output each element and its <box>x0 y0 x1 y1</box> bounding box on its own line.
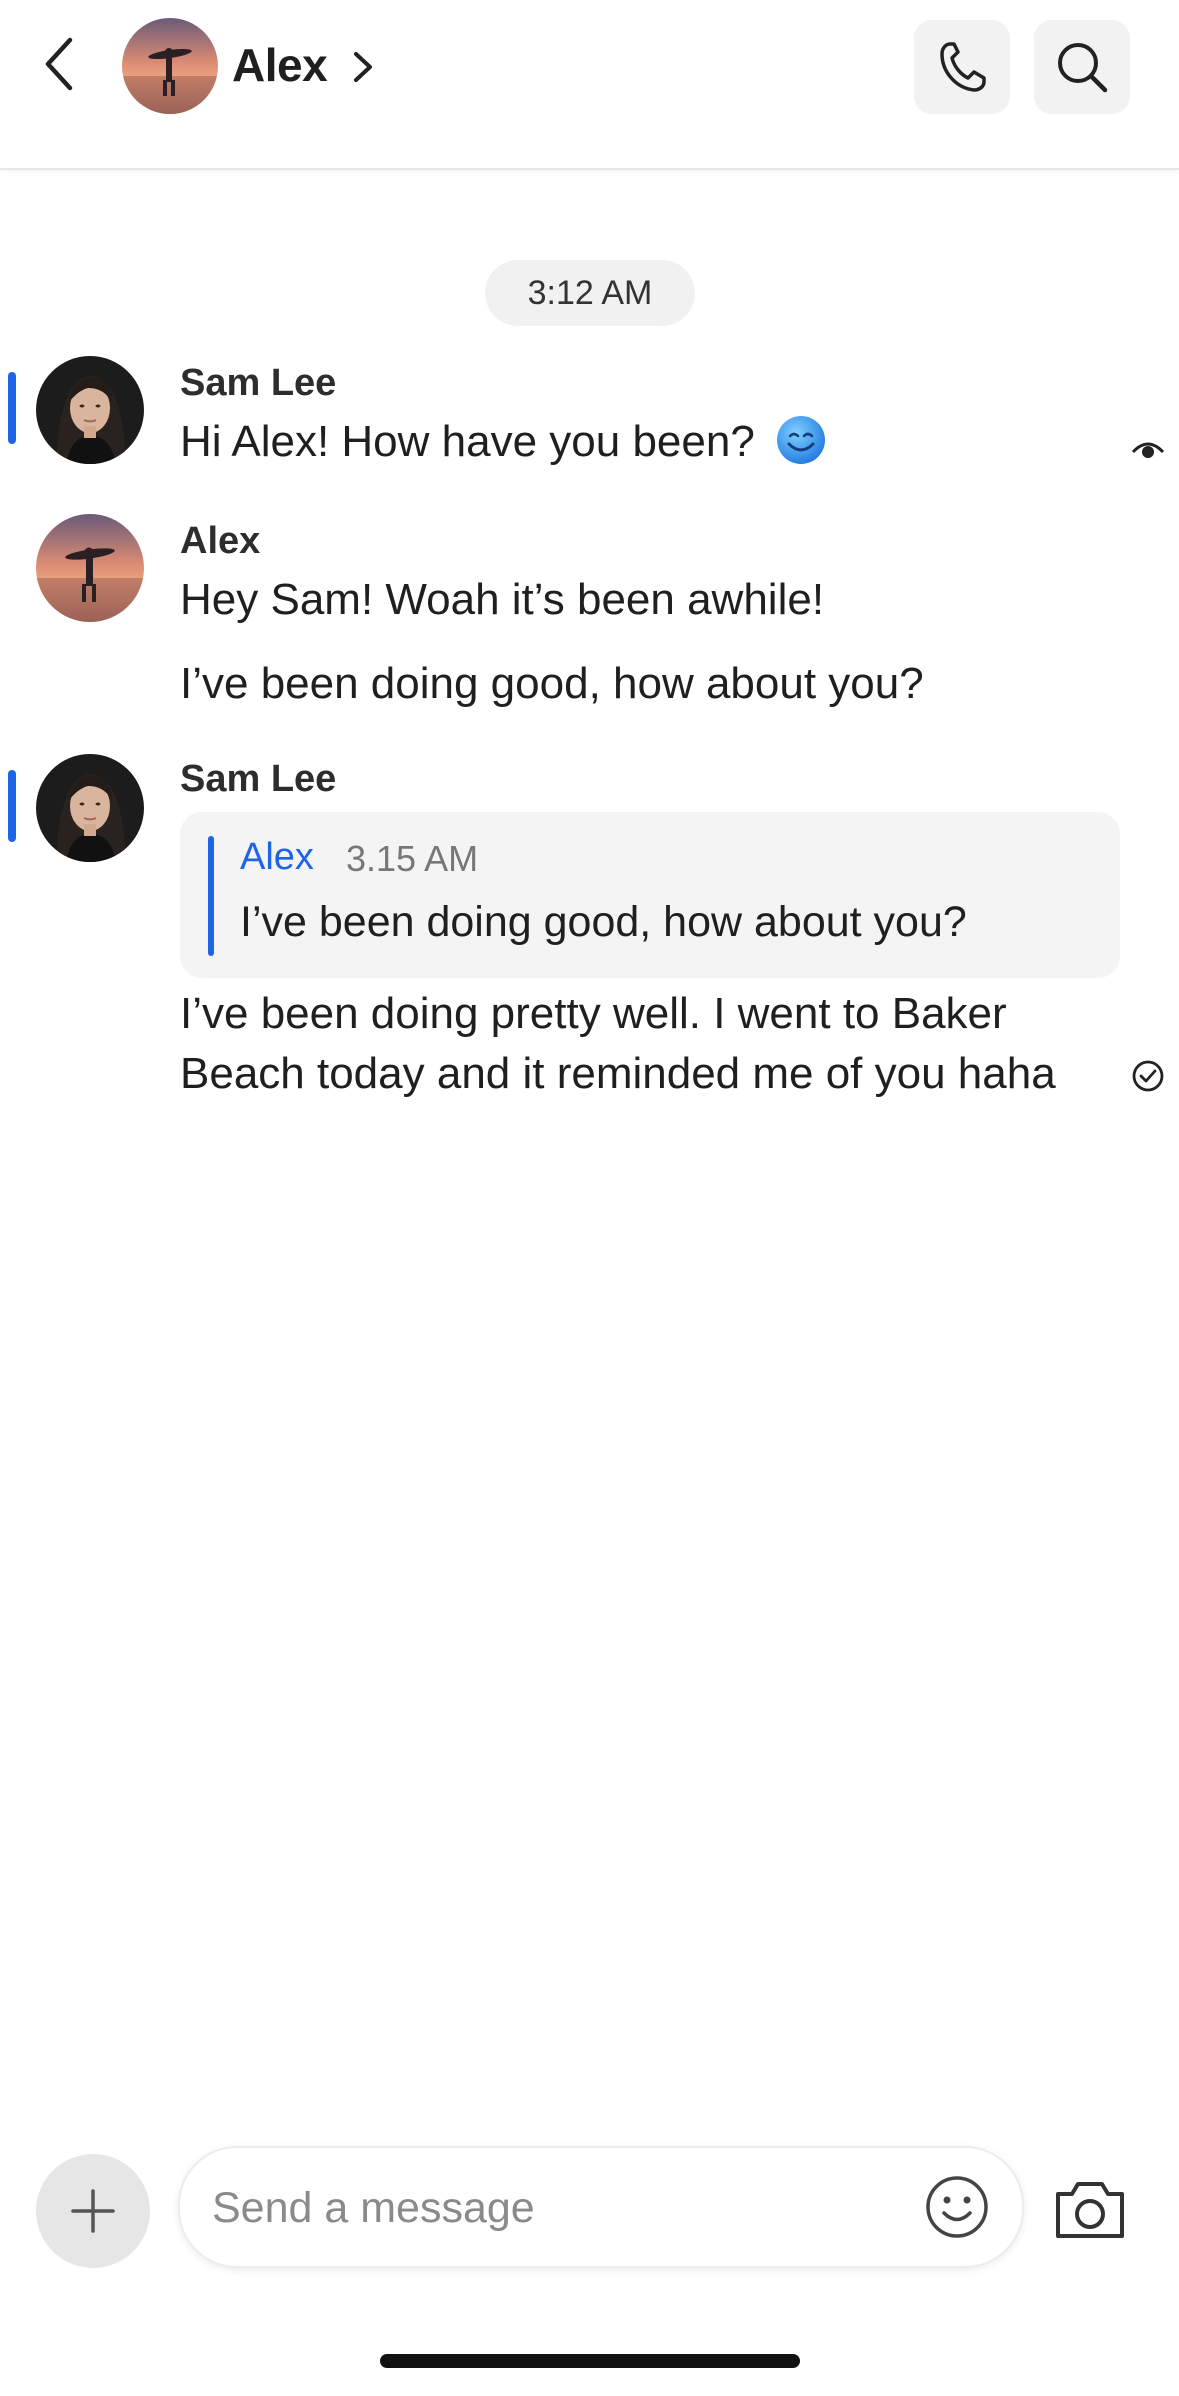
message-sender: Alex <box>180 520 261 562</box>
smiling-face-emoji-icon <box>777 416 826 464</box>
quote-time: 3.15 AM <box>346 838 479 879</box>
phone-icon <box>940 42 986 92</box>
back-button[interactable] <box>28 28 92 100</box>
contact-name[interactable]: Alex <box>232 38 328 92</box>
message-text[interactable]: Hey Sam! Woah it’s been awhile! <box>180 570 824 630</box>
avatar-sam-lee[interactable] <box>36 754 144 862</box>
quote-accent-bar <box>208 836 214 956</box>
unread-indicator <box>8 372 16 444</box>
home-indicator <box>380 2354 800 2368</box>
message-text[interactable]: Hi Alex! How have you been? <box>180 412 827 472</box>
chevron-left-icon <box>45 37 73 91</box>
plus-icon <box>71 2189 115 2233</box>
quote-author: Alex <box>240 836 314 878</box>
unread-indicator <box>8 770 16 842</box>
add-attachment-button[interactable] <box>36 2154 150 2268</box>
call-button[interactable] <box>914 20 1010 114</box>
emoji-button[interactable] <box>920 2170 994 2244</box>
avatar-sam-lee[interactable] <box>36 356 144 464</box>
check-circle-icon <box>1132 1060 1164 1092</box>
quoted-reply[interactable]: Alex 3.15 AM I’ve been doing good, how a… <box>180 812 1120 978</box>
message-text[interactable]: Beach today and it reminded me of you ha… <box>180 1044 1056 1104</box>
smiley-icon <box>926 2176 988 2238</box>
camera-icon <box>1056 2182 1124 2238</box>
search-icon <box>1058 43 1108 93</box>
message-sender: Sam Lee <box>180 758 337 800</box>
message-input[interactable] <box>210 2168 854 2248</box>
message-text[interactable]: I’ve been doing good, how about you? <box>180 654 924 714</box>
quote-text: I’ve been doing good, how about you? <box>240 898 967 946</box>
camera-button[interactable] <box>1050 2174 1130 2246</box>
avatar-alex[interactable] <box>36 514 144 622</box>
message-text-content: Hi Alex! How have you been? <box>180 417 755 466</box>
eye-icon <box>1131 442 1165 458</box>
message-composer <box>178 2146 1024 2268</box>
timestamp-pill: 3:12 AM <box>485 260 695 326</box>
chevron-right-icon <box>354 52 372 82</box>
contact-avatar[interactable] <box>122 18 218 114</box>
search-button[interactable] <box>1034 20 1130 114</box>
contact-details-button[interactable] <box>344 42 384 92</box>
message-text[interactable]: I’ve been doing pretty well. I went to B… <box>180 984 1007 1044</box>
message-sender: Sam Lee <box>180 362 337 404</box>
chat-header: Alex <box>0 0 1179 170</box>
